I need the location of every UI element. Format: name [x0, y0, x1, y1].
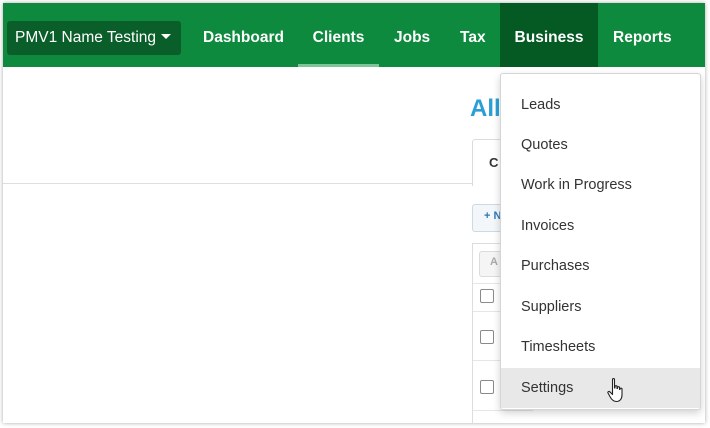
nav-reports[interactable]: Reports: [613, 3, 672, 67]
menu-item-quotes[interactable]: Quotes: [501, 125, 700, 165]
row-checkbox[interactable]: [480, 330, 494, 344]
organization-name: PMV1 Name Testing: [15, 29, 156, 46]
organization-switcher-button[interactable]: PMV1 Name Testing: [7, 21, 181, 55]
nav-dashboard[interactable]: Dashboard: [203, 3, 284, 67]
new-client-button-label: + N: [484, 210, 502, 222]
menu-item-settings[interactable]: Settings: [501, 368, 700, 408]
menu-item-suppliers[interactable]: Suppliers: [501, 287, 700, 327]
nav-business[interactable]: Business: [500, 3, 598, 67]
menu-item-invoices[interactable]: Invoices: [501, 206, 700, 246]
nav-clients[interactable]: Clients: [298, 3, 379, 67]
nav-tax[interactable]: Tax: [460, 3, 486, 67]
nav-jobs[interactable]: Jobs: [394, 3, 430, 67]
caret-down-icon: [161, 34, 171, 40]
menu-item-purchases[interactable]: Purchases: [501, 246, 700, 286]
menu-item-timesheets[interactable]: Timesheets: [501, 327, 700, 367]
select-all-checkbox[interactable]: [480, 289, 494, 303]
page-title: All: [470, 95, 501, 122]
business-dropdown-menu: Leads Quotes Work in Progress Invoices P…: [500, 73, 701, 410]
hand-pointer-icon: [607, 378, 623, 403]
table-row-divider: [473, 410, 533, 411]
menu-item-leads[interactable]: Leads: [501, 85, 700, 125]
tab-clients-label: C: [489, 155, 499, 170]
row-checkbox[interactable]: [480, 380, 494, 394]
top-navbar: PMV1 Name Testing Dashboard Clients Jobs…: [3, 3, 705, 67]
content-divider: [3, 183, 473, 184]
app-window: PMV1 Name Testing Dashboard Clients Jobs…: [3, 3, 705, 423]
table-action-label: A: [490, 256, 498, 268]
menu-item-work-in-progress[interactable]: Work in Progress: [501, 165, 700, 205]
